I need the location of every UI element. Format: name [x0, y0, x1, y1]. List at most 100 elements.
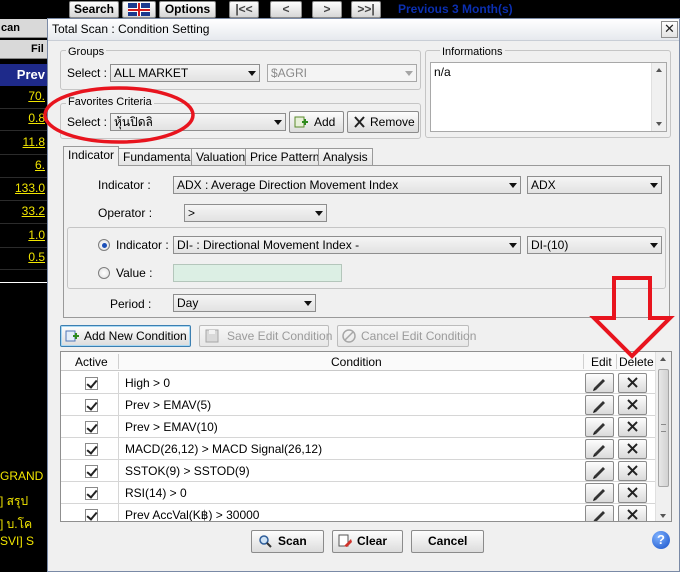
delete-button[interactable]	[618, 505, 647, 521]
active-column-header[interactable]: Active	[75, 355, 108, 369]
edit-button[interactable]	[585, 461, 614, 481]
options-button[interactable]: Options	[159, 1, 216, 18]
period-link[interactable]: Previous 3 Month(s)	[398, 2, 513, 16]
table-row[interactable]: Prev > EMAV(5)	[61, 394, 657, 416]
informations-scrollbar[interactable]	[651, 63, 666, 131]
delete-button[interactable]	[618, 483, 647, 503]
search-button[interactable]: Search	[69, 1, 119, 18]
chevron-down-icon	[274, 120, 282, 125]
scan-button[interactable]: Scan	[251, 530, 324, 553]
active-checkbox[interactable]	[85, 509, 98, 521]
remove-favorite-button[interactable]: Remove	[347, 111, 419, 133]
news-line: GRAND	[0, 469, 44, 483]
add-new-condition-button[interactable]: Add New Condition	[60, 325, 191, 347]
condition-text: Prev > EMAV(10)	[125, 420, 218, 434]
table-row[interactable]: SSTOK(9) > SSTOD(9)	[61, 460, 657, 482]
active-checkbox[interactable]	[85, 465, 98, 478]
edit-column-header[interactable]: Edit	[591, 355, 612, 369]
prev-column-header: Prev	[0, 64, 47, 86]
value-radio[interactable]	[98, 267, 110, 279]
delete-column-header[interactable]: Delete	[619, 355, 654, 369]
tab-analysis[interactable]: Analysis	[318, 148, 373, 166]
favorites-select[interactable]: หุ้นปิดลิ	[110, 113, 286, 131]
active-checkbox[interactable]	[85, 443, 98, 456]
tab-indicator[interactable]: Indicator	[63, 146, 120, 166]
edit-button[interactable]	[585, 395, 614, 415]
chevron-down-icon	[509, 183, 517, 188]
indicator-select[interactable]: ADX : Average Direction Movement Index	[173, 176, 521, 194]
active-checkbox[interactable]	[85, 487, 98, 500]
help-icon[interactable]: ?	[652, 531, 670, 549]
chevron-down-icon	[315, 211, 323, 216]
delete-button[interactable]	[618, 439, 647, 459]
table-row[interactable]: MACD(26,12) > MACD Signal(26,12)	[61, 438, 657, 460]
first-page-button[interactable]: |<<	[229, 1, 259, 18]
edit-button[interactable]	[585, 373, 614, 393]
groups-label: Groups	[66, 46, 107, 58]
search-icon	[259, 535, 272, 548]
close-icon	[627, 377, 638, 388]
eraser-icon	[338, 534, 352, 547]
add-favorite-button[interactable]: Add	[289, 111, 344, 133]
save-edit-condition-label: Save Edit Condition	[227, 329, 333, 343]
period-select[interactable]: Day	[173, 294, 316, 312]
cancel-button[interactable]: Cancel	[411, 530, 484, 553]
compare-indicator-select[interactable]: DI- : Directional Movement Index -	[173, 236, 521, 254]
favorites-select-value: หุ้นปิดลิ	[114, 115, 153, 129]
table-row[interactable]: Prev AccVal(K฿) > 30000	[61, 504, 657, 521]
active-checkbox[interactable]	[85, 421, 98, 434]
chevron-down-icon	[509, 243, 517, 248]
save-edit-condition-button[interactable]: Save Edit Condition	[199, 325, 333, 347]
scroll-down-icon[interactable]	[660, 514, 666, 518]
clear-label: Clear	[357, 534, 388, 548]
table-row[interactable]: RSI(14) > 0	[61, 482, 657, 504]
pencil-icon	[593, 511, 605, 521]
add-favorite-label: Add	[314, 115, 336, 129]
table-row[interactable]: High > 0	[61, 372, 657, 394]
save-icon	[205, 329, 219, 343]
remove-favorite-label: Remove	[370, 115, 415, 129]
compare-line-select[interactable]: DI-(10)	[527, 236, 662, 254]
indicator-line-select[interactable]: ADX	[527, 176, 662, 194]
scroll-thumb[interactable]	[658, 369, 669, 487]
symbol-select[interactable]: $AGRI	[267, 64, 417, 82]
clear-button[interactable]: Clear	[332, 530, 403, 553]
cancel-edit-condition-button[interactable]: Cancel Edit Condition	[337, 325, 476, 347]
condition-column-header[interactable]: Condition	[331, 355, 382, 369]
pencil-icon	[593, 379, 605, 391]
edit-button[interactable]	[585, 417, 614, 437]
scroll-up-icon[interactable]	[660, 357, 666, 361]
delete-button[interactable]	[618, 417, 647, 437]
tab-valuation[interactable]: Valuation	[191, 148, 251, 166]
edit-button[interactable]	[585, 483, 614, 503]
value-input[interactable]	[173, 264, 342, 282]
filter-header: Fil	[0, 40, 47, 59]
tab-fundamental[interactable]: Fundamental	[118, 148, 199, 166]
grid-scrollbar[interactable]	[655, 352, 671, 521]
edit-button[interactable]	[585, 505, 614, 521]
symbol-select-value: $AGRI	[271, 66, 308, 80]
group-select[interactable]: ALL MARKET	[110, 64, 260, 82]
informations-text[interactable]: n/a	[430, 62, 667, 132]
conditions-grid: Active Condition Edit Delete High > 0 Pr…	[60, 351, 672, 522]
table-row[interactable]: Prev > EMAV(10)	[61, 416, 657, 438]
edit-button[interactable]	[585, 439, 614, 459]
active-checkbox[interactable]	[85, 399, 98, 412]
compare-indicator-radio[interactable]	[98, 239, 110, 251]
cancel-edit-condition-label: Cancel Edit Condition	[361, 329, 477, 343]
condition-text: MACD(26,12) > MACD Signal(26,12)	[125, 442, 323, 456]
delete-button[interactable]	[618, 395, 647, 415]
last-page-button[interactable]: >>|	[351, 1, 381, 18]
next-page-button[interactable]: >	[312, 1, 342, 18]
previous-page-button[interactable]: <	[270, 1, 302, 18]
tab-price-pattern[interactable]: Price Pattern	[245, 148, 325, 166]
period-select-value: Day	[177, 296, 199, 310]
dialog-title: Total Scan : Condition Setting	[52, 22, 210, 36]
delete-button[interactable]	[618, 373, 647, 393]
close-icon[interactable]: ✕	[661, 21, 678, 38]
delete-button[interactable]	[618, 461, 647, 481]
active-checkbox[interactable]	[85, 377, 98, 390]
operator-label: Operator :	[98, 206, 153, 220]
panel-header: can	[0, 19, 47, 38]
operator-select[interactable]: >	[184, 204, 327, 222]
